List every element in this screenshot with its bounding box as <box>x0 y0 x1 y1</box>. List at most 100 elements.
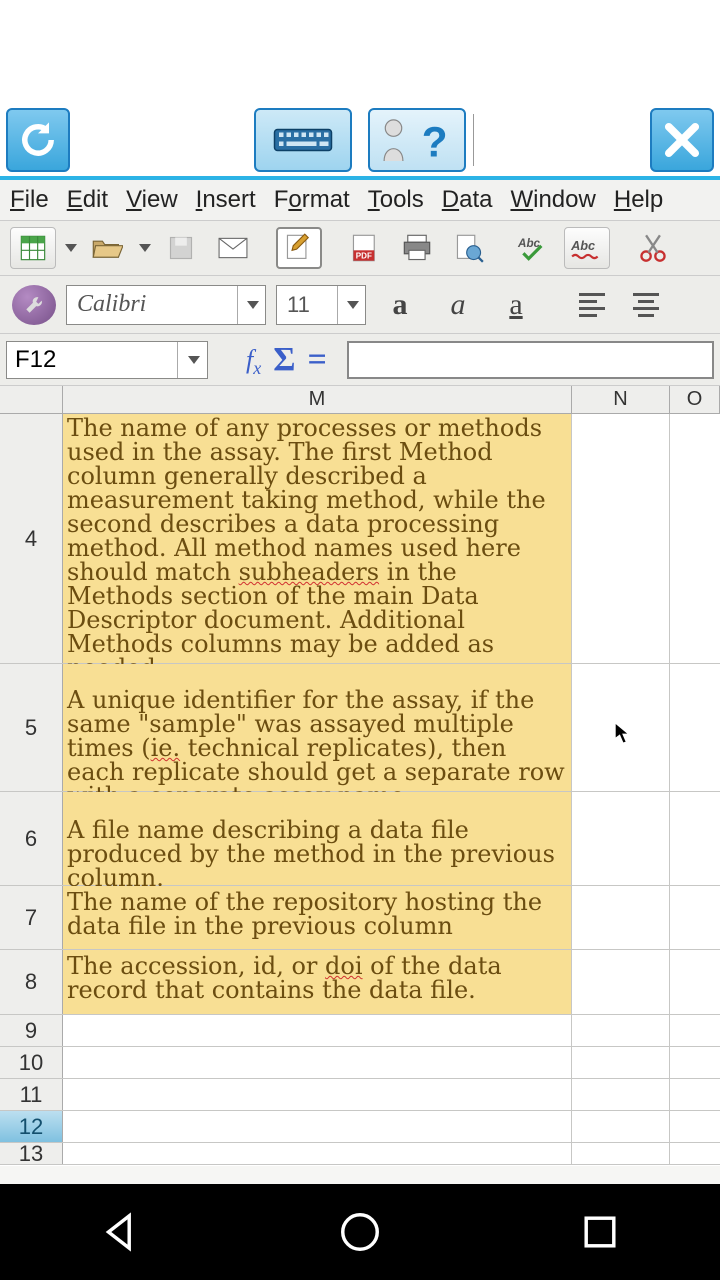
font-name-dropdown[interactable] <box>237 286 265 324</box>
nav-recent-button[interactable] <box>577 1209 623 1255</box>
row-header-5[interactable]: 5 <box>0 664 63 791</box>
cell-o10[interactable] <box>670 1047 720 1078</box>
cell-m4[interactable]: The name of any processes or methods use… <box>63 414 572 663</box>
cell-n7[interactable] <box>572 886 670 949</box>
help-button[interactable]: ? <box>368 108 466 172</box>
menu-help[interactable]: Help <box>614 186 663 214</box>
open-dropdown[interactable] <box>136 244 152 252</box>
row-header-6[interactable]: 6 <box>0 792 63 885</box>
autospell-button[interactable]: Abc <box>512 227 558 269</box>
row-header-7[interactable]: 7 <box>0 886 63 949</box>
cell-m12[interactable] <box>63 1111 572 1142</box>
cell-n11[interactable] <box>572 1079 670 1110</box>
formula-bar: Σ = <box>0 334 720 386</box>
cell-n4[interactable] <box>572 414 670 663</box>
column-header-n[interactable]: N <box>572 386 670 413</box>
nav-back-button[interactable] <box>97 1209 143 1255</box>
cell-o12[interactable] <box>670 1111 720 1142</box>
cell-n12[interactable] <box>572 1111 670 1142</box>
menu-window[interactable]: Window <box>510 186 595 214</box>
new-doc-dropdown[interactable] <box>62 244 78 252</box>
cell-m9[interactable] <box>63 1015 572 1046</box>
underline-button[interactable]: a <box>492 283 540 327</box>
cell-n6[interactable] <box>572 792 670 885</box>
cell-m13[interactable] <box>63 1143 572 1164</box>
formula-input[interactable] <box>347 341 714 379</box>
sum-button[interactable]: Σ <box>273 341 295 379</box>
spreadsheet-grid[interactable]: M N O 4 The name of any processes or met… <box>0 386 720 1166</box>
mouse-cursor <box>614 721 632 745</box>
cell-n8[interactable] <box>572 950 670 1014</box>
close-button[interactable] <box>650 108 714 172</box>
row-header-10[interactable]: 10 <box>0 1047 63 1078</box>
cell-o7[interactable] <box>670 886 720 949</box>
email-button[interactable] <box>210 227 256 269</box>
open-button[interactable] <box>84 227 130 269</box>
font-name-input[interactable] <box>67 287 237 322</box>
print-button[interactable] <box>394 227 440 269</box>
spell-button[interactable]: Abc <box>564 227 610 269</box>
edit-mode-button[interactable] <box>276 227 322 269</box>
align-left-button[interactable] <box>570 283 614 327</box>
menu-data[interactable]: Data <box>442 186 493 214</box>
select-all-corner[interactable] <box>0 386 63 413</box>
cell-reference-combo[interactable] <box>6 341 208 379</box>
menu-edit[interactable]: Edit <box>67 186 108 214</box>
cell-o13[interactable] <box>670 1143 720 1164</box>
menu-bar: File Edit View Insert Format Tools Data … <box>0 180 720 220</box>
new-doc-button[interactable] <box>10 227 56 269</box>
cell-o4[interactable] <box>670 414 720 663</box>
menu-file[interactable]: File <box>10 186 49 214</box>
function-wizard-button[interactable] <box>246 345 261 375</box>
cell-n9[interactable] <box>572 1015 670 1046</box>
cell-o6[interactable] <box>670 792 720 885</box>
save-button[interactable] <box>158 227 204 269</box>
column-header-o[interactable]: O <box>670 386 720 413</box>
keyboard-button[interactable] <box>254 108 352 172</box>
cell-o8[interactable] <box>670 950 720 1014</box>
cut-button[interactable] <box>630 227 676 269</box>
cell-m8[interactable]: The accession, id, or doi of the data re… <box>63 950 572 1014</box>
row-header-13[interactable]: 13 <box>0 1143 63 1164</box>
cell-reference-dropdown[interactable] <box>177 342 207 378</box>
cell-o5[interactable] <box>670 664 720 791</box>
cell-m10[interactable] <box>63 1047 572 1078</box>
cell-m6[interactable]: A file name describing a data file produ… <box>63 792 572 885</box>
row-5: 5 A unique identifier for the assay, if … <box>0 664 720 792</box>
mail-icon <box>218 236 248 260</box>
styles-button[interactable] <box>12 285 56 325</box>
row-7: 7 The name of the repository hosting the… <box>0 886 720 950</box>
row-header-8[interactable]: 8 <box>0 950 63 1014</box>
cell-n10[interactable] <box>572 1047 670 1078</box>
font-name-combo[interactable] <box>66 285 266 325</box>
cell-m5[interactable]: A unique identifier for the assay, if th… <box>63 664 572 791</box>
italic-button[interactable]: a <box>434 283 482 327</box>
row-header-11[interactable]: 11 <box>0 1079 63 1110</box>
menu-view[interactable]: View <box>126 186 178 214</box>
formula-button[interactable]: = <box>307 341 326 379</box>
nav-home-button[interactable] <box>337 1209 383 1255</box>
scissors-icon <box>639 233 667 263</box>
cell-o11[interactable] <box>670 1079 720 1110</box>
font-size-input[interactable] <box>277 288 337 322</box>
align-center-button[interactable] <box>624 283 668 327</box>
cell-m11[interactable] <box>63 1079 572 1110</box>
pdf-export-button[interactable]: PDF <box>342 227 388 269</box>
cell-m7[interactable]: The name of the repository hosting the d… <box>63 886 572 949</box>
row-header-4[interactable]: 4 <box>0 414 63 663</box>
cell-o9[interactable] <box>670 1015 720 1046</box>
row-header-12[interactable]: 12 <box>0 1111 63 1142</box>
bold-button[interactable]: a <box>376 283 424 327</box>
cell-n13[interactable] <box>572 1143 670 1164</box>
print-preview-button[interactable] <box>446 227 492 269</box>
font-size-dropdown[interactable] <box>337 286 365 324</box>
refresh-icon <box>16 118 60 162</box>
row-header-9[interactable]: 9 <box>0 1015 63 1046</box>
menu-insert[interactable]: Insert <box>196 186 256 214</box>
menu-tools[interactable]: Tools <box>368 186 424 214</box>
menu-format[interactable]: Format <box>274 186 350 214</box>
cell-reference-input[interactable] <box>7 342 177 378</box>
refresh-button[interactable] <box>6 108 70 172</box>
font-size-combo[interactable] <box>276 285 366 325</box>
column-header-m[interactable]: M <box>63 386 572 413</box>
